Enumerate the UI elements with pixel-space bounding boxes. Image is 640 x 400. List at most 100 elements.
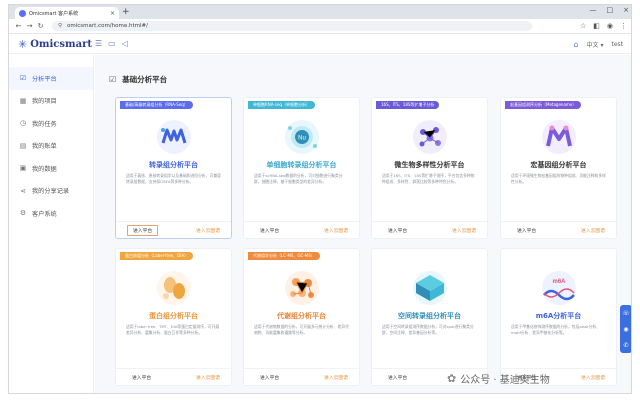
platform-card[interactable]: 宏基因组测序分析（Metagenome） 宏基因组分析平台 适用于环境微生物宏基因组… bbox=[500, 97, 617, 239]
section-heading: ☑ 基础分析平台 bbox=[109, 74, 167, 85]
bill-icon: ▤ bbox=[19, 141, 27, 150]
single-cell-logo-icon: Nu bbox=[282, 118, 322, 156]
platform-title[interactable]: 空间转录组分析平台 bbox=[372, 311, 487, 321]
favicon-icon bbox=[19, 9, 26, 17]
enter-cloud-atlas-link[interactable]: 进入云图谱 bbox=[324, 227, 348, 234]
customer-icon: ⚙ bbox=[19, 209, 27, 218]
language-label: 中文 bbox=[586, 42, 599, 49]
platform-badge: 16S、ITS、18S等扩增子分析 bbox=[376, 101, 440, 109]
platform-card[interactable]: 16S、ITS、18S等扩增子分析微生物多样性分析平台 适用于16S、ITS、18… bbox=[371, 97, 488, 239]
platform-title[interactable]: 微生物多样性分析平台 bbox=[372, 160, 487, 170]
browser-tab[interactable]: Omicsmart 客户系统 × bbox=[15, 7, 119, 19]
sidebar-item[interactable]: ▦ 我的项目 bbox=[9, 90, 93, 113]
platform-description: 适用于16S、ITS、18S等扩增子测序，平台包含多种物种组成、多样性、群落比较… bbox=[382, 173, 475, 185]
platform-card[interactable]: 蛋白质组分析（Label-free、DIA） 蛋白组分析平台 适用于label fr… bbox=[115, 248, 232, 386]
reload-icon[interactable]: ↻ bbox=[35, 22, 46, 30]
maximize-icon[interactable]: □ bbox=[607, 6, 614, 14]
new-tab-button[interactable]: + bbox=[122, 7, 130, 17]
platform-title[interactable]: 转录组分析平台 bbox=[116, 160, 231, 170]
speaker-icon[interactable]: ◁ bbox=[122, 39, 128, 48]
watermark-text: 公众号 · 基迪奥生物 bbox=[460, 375, 550, 386]
sidebar-item[interactable]: ⚙ 客户系统 bbox=[9, 202, 93, 225]
platform-icon: ☑ bbox=[19, 74, 27, 83]
sidebar-item-label: 我的项目 bbox=[32, 98, 57, 106]
support-icon[interactable]: ◉ bbox=[623, 326, 628, 333]
enter-platform-button[interactable]: 进入平台 bbox=[255, 373, 284, 382]
platform-card[interactable]: 基础/高级转录组分析（RNA-Seq） 转录组分析平台 适用于真核、原核转录组学以及… bbox=[115, 97, 232, 239]
url-text: omicsmart.com/home.html#/ bbox=[67, 23, 148, 29]
sidebar-item[interactable]: ▤ 我的账单 bbox=[9, 135, 93, 158]
platform-card[interactable]: 单细胞RNA-seq（单细胞分析） Nu 单细胞转录组分析平台 适用于scRNA-se… bbox=[243, 97, 360, 239]
profile-icon[interactable]: ◉ bbox=[607, 22, 613, 30]
platform-badge: 代谢组学分析（LC-MS、GC-MS） bbox=[248, 252, 320, 260]
platform-card[interactable]: 空间转录组分析平台 适用于空间转录组测序数据分析，可对spot进行聚类分群、空间注… bbox=[371, 248, 488, 386]
enter-cloud-atlas-link[interactable]: 进入云图谱 bbox=[581, 374, 605, 381]
header-right: ⌂ 中文 ▾ test bbox=[573, 40, 623, 49]
grid-icon: ▦ bbox=[19, 96, 27, 105]
platform-card[interactable]: 代谢组学分析（LC-MS、GC-MS） 代谢组分析平台 适用于代谢物数据的分析，可开… bbox=[243, 248, 360, 386]
minimize-icon[interactable]: — bbox=[590, 6, 597, 14]
forward-icon[interactable]: → bbox=[24, 22, 35, 30]
url-field[interactable]: ⚲ omicsmart.com/home.html#/ bbox=[52, 21, 532, 31]
card-footer: 进入平台 进入云图谱 bbox=[501, 221, 616, 238]
video-icon[interactable]: ▭ bbox=[108, 39, 116, 48]
site-info-icon[interactable]: ⚲ bbox=[58, 23, 62, 29]
transcriptome-logo-icon bbox=[154, 118, 194, 156]
platform-title[interactable]: 蛋白组分析平台 bbox=[116, 311, 231, 321]
enter-cloud-atlas-link[interactable]: 进入云图谱 bbox=[196, 374, 220, 381]
logo-text: Omicsmart bbox=[30, 39, 92, 50]
card-footer: 进入平台 进入云图谱 bbox=[244, 221, 359, 238]
platform-title[interactable]: 单细胞转录组分析平台 bbox=[244, 160, 359, 170]
enter-cloud-atlas-link[interactable]: 进入云图谱 bbox=[324, 374, 348, 381]
address-bar-row: ← → ↻ ⚲ omicsmart.com/home.html#/ ☆ ◧ ◉ … bbox=[9, 19, 631, 34]
platform-title[interactable]: 宏基因组分析平台 bbox=[501, 160, 616, 170]
enter-cloud-atlas-link[interactable]: 进入云图谱 bbox=[196, 227, 220, 234]
back-icon[interactable]: ← bbox=[13, 22, 24, 30]
platform-title[interactable]: m6A分析平台 bbox=[501, 311, 616, 321]
enter-cloud-atlas-link[interactable]: 进入云图谱 bbox=[452, 227, 476, 234]
sidebar-toggle-icon[interactable]: ◧ bbox=[593, 22, 600, 30]
svg-text:Nu: Nu bbox=[298, 136, 306, 142]
card-footer: 进入平台 进入云图谱 bbox=[116, 368, 231, 385]
home-icon[interactable]: ⌂ bbox=[573, 40, 578, 49]
platform-description: 适用于label free、TMT、DIA等蛋白定量测序，可开展差异分析、富集分… bbox=[126, 324, 220, 336]
logo[interactable]: ✳ Omicsmart bbox=[18, 38, 92, 51]
language-switch[interactable]: 中文 ▾ bbox=[587, 40, 604, 49]
platform-description: 适用于甲基化修饰测序数据的分析，包括peak分析、motif分析、差异甲基化分析… bbox=[511, 324, 601, 336]
enter-platform-button[interactable]: 进入平台 bbox=[127, 224, 159, 236]
enter-cloud-atlas-link[interactable]: 进入云图谱 bbox=[581, 227, 605, 234]
data-icon: ▣ bbox=[19, 164, 27, 173]
main-content: ☑ 基础分析平台 基础/高级转录组分析（RNA-Seq） 转录组分析平台 适用于真核… bbox=[95, 55, 631, 393]
call-icon[interactable]: ✆ bbox=[623, 342, 628, 349]
card-footer: 进入平台 进入云图谱 bbox=[244, 368, 359, 385]
metabolome-logo-icon bbox=[282, 269, 322, 307]
settings-sliders-icon[interactable]: ☰ bbox=[95, 39, 102, 48]
enter-platform-button[interactable]: 进入平台 bbox=[127, 373, 156, 382]
phone-icon[interactable]: ☏ bbox=[622, 310, 630, 317]
menu-icon[interactable]: ⋮ bbox=[620, 22, 627, 30]
app-header: ✳ Omicsmart ☰ ▭ ◁ ⌂ 中文 ▾ test bbox=[9, 35, 631, 54]
platform-badge: 宏基因组测序分析（Metagenome） bbox=[505, 101, 582, 109]
enter-platform-button[interactable]: 进入平台 bbox=[383, 373, 412, 382]
sidebar-item[interactable]: ▣ 我的数据 bbox=[9, 157, 93, 180]
sidebar-item[interactable]: ⋖ 我的分享记录 bbox=[9, 180, 93, 203]
platform-title[interactable]: 代谢组分析平台 bbox=[244, 311, 359, 321]
card-footer: 进入平台 进入云图谱 bbox=[372, 221, 487, 238]
svg-text:m6A: m6A bbox=[552, 279, 566, 285]
sidebar-item-label: 我的分享记录 bbox=[32, 188, 70, 196]
floating-contact-bar: ☏ ◉ ✆ bbox=[620, 305, 631, 353]
enter-platform-button[interactable]: 进入平台 bbox=[512, 226, 541, 235]
page-title: 基础分析平台 bbox=[122, 75, 168, 84]
sidebar-item[interactable]: ☑ 分析平台 bbox=[9, 67, 93, 90]
enter-platform-button[interactable]: 进入平台 bbox=[255, 226, 284, 235]
user-name[interactable]: test bbox=[611, 41, 623, 48]
tab-close-icon[interactable]: × bbox=[110, 10, 115, 17]
microbe-logo-icon bbox=[410, 118, 450, 156]
platform-badge: 单细胞RNA-seq（单细胞分析） bbox=[248, 101, 315, 109]
platform-card[interactable]: m6A m6A分析平台 适用于甲基化修饰测序数据的分析，包括peak分析、motif… bbox=[500, 248, 617, 386]
window-close-icon[interactable]: × bbox=[623, 6, 629, 14]
star-icon[interactable]: ☆ bbox=[580, 22, 586, 30]
sidebar-item[interactable]: ◷ 我的任务 bbox=[9, 112, 93, 135]
window-controls: — □ × bbox=[590, 6, 630, 14]
enter-platform-button[interactable]: 进入平台 bbox=[383, 226, 412, 235]
